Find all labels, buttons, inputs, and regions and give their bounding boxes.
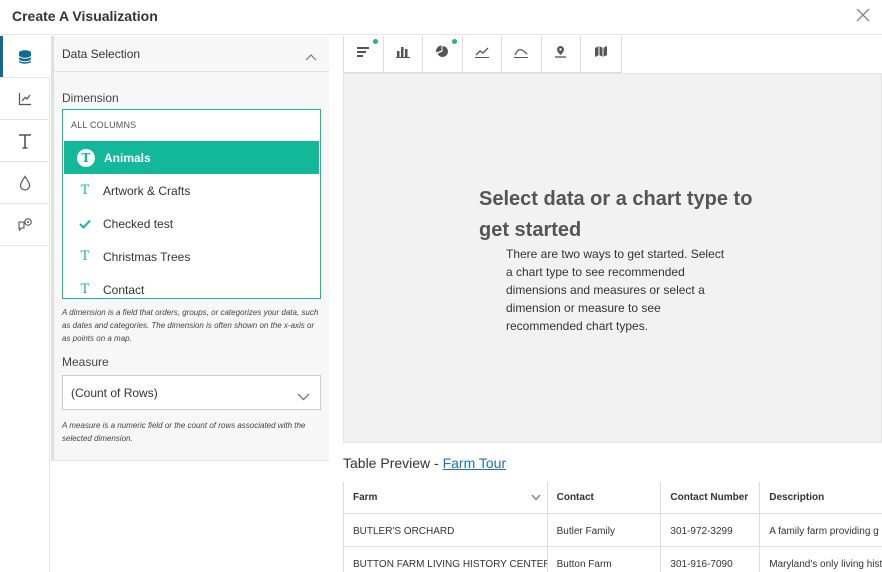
checkmark-icon bbox=[75, 214, 95, 234]
table-cell: 301-916-7090 bbox=[661, 547, 761, 572]
column-header-contact-number[interactable]: Contact Number bbox=[661, 482, 761, 513]
table-cell: Maryland's only living hist bbox=[769, 559, 882, 570]
dimension-label: Dimension bbox=[62, 91, 119, 105]
column-header-label: Contact Number bbox=[670, 492, 749, 503]
close-icon[interactable] bbox=[854, 6, 872, 24]
column-header-contact[interactable]: Contact bbox=[548, 482, 662, 513]
preview-table: Farm Contact Contact Number Description … bbox=[343, 482, 882, 572]
line-chart-button[interactable] bbox=[463, 36, 502, 72]
drop-icon bbox=[19, 174, 31, 191]
empty-state-headline: Select data or a chart type to get start… bbox=[479, 188, 753, 241]
measure-value: (Count of Rows) bbox=[71, 386, 158, 400]
dimension-item[interactable]: T Christmas Trees bbox=[63, 240, 320, 273]
area-chart-icon bbox=[514, 45, 529, 63]
dimension-item[interactable]: T Animals bbox=[64, 141, 319, 174]
text-type-icon: T bbox=[80, 282, 90, 297]
data-selection-header[interactable]: Data Selection bbox=[54, 36, 329, 72]
axis-chart-icon bbox=[18, 92, 32, 106]
table-cell: BUTTON FARM LIVING HISTORY CENTER bbox=[344, 547, 548, 572]
rail-color-tab[interactable] bbox=[0, 162, 50, 204]
chat-settings-icon bbox=[17, 217, 33, 233]
group-header: ALL COLUMNS bbox=[71, 120, 137, 130]
measure-label: Measure bbox=[62, 355, 109, 369]
table-preview-title: Table Preview - Farm Tour bbox=[343, 455, 506, 471]
bar-horizontal-icon bbox=[356, 45, 370, 63]
column-header-description[interactable]: Description bbox=[760, 482, 882, 513]
dimension-item-label: Christmas Trees bbox=[103, 249, 191, 264]
empty-state-subtext: There are two ways to get started. Selec… bbox=[506, 247, 725, 333]
table-cell: A family farm providing g bbox=[769, 526, 879, 537]
config-panel: Data Selection Dimension ALL COLUMNS T An… bbox=[51, 36, 329, 572]
table-preview-prefix: Table Preview - bbox=[343, 455, 443, 471]
chart-canvas: Select data or a chart type to get start… bbox=[343, 73, 882, 443]
bar-vertical-button[interactable] bbox=[384, 36, 423, 72]
column-header-farm[interactable]: Farm bbox=[344, 482, 548, 513]
section-title: Data Selection bbox=[62, 47, 141, 61]
table-cell: BUTLER'S ORCHARD bbox=[344, 514, 548, 546]
sidebar-rail bbox=[0, 36, 50, 572]
table-row: BUTTON FARM LIVING HISTORY CENTER Button… bbox=[344, 547, 882, 572]
column-header-label: Description bbox=[769, 492, 825, 503]
dimension-item[interactable]: Checked test bbox=[63, 207, 320, 240]
database-icon bbox=[17, 49, 33, 65]
point-map-button[interactable] bbox=[542, 36, 581, 72]
dimension-help-text: A dimension is a field that orders, grou… bbox=[62, 308, 319, 343]
table-row: BUTLER'S ORCHARD Butler Family 301-972-3… bbox=[344, 514, 882, 547]
measure-help-text: A measure is a numeric field or the coun… bbox=[62, 421, 306, 443]
chevron-down-icon bbox=[297, 388, 310, 406]
dimension-item-label: Contact bbox=[103, 282, 145, 297]
dimension-item-label: Checked test bbox=[103, 216, 174, 231]
dimension-item-label: Animals bbox=[104, 150, 151, 165]
chart-type-toolbar bbox=[343, 36, 622, 73]
text-type-icon: T bbox=[80, 249, 90, 264]
bar-vertical-icon bbox=[395, 45, 410, 63]
text-type-icon: T bbox=[80, 183, 90, 198]
column-header-label: Farm bbox=[353, 492, 378, 503]
rail-data-tab[interactable] bbox=[0, 36, 50, 78]
dimension-item[interactable]: T Contact bbox=[63, 273, 320, 298]
recommended-indicator bbox=[372, 39, 378, 44]
text-type-icon: T bbox=[76, 148, 96, 168]
text-icon bbox=[17, 133, 33, 149]
bar-horizontal-button[interactable] bbox=[344, 36, 384, 72]
pie-chart-button[interactable] bbox=[423, 36, 463, 72]
region-map-button[interactable] bbox=[581, 36, 621, 72]
recommended-indicator bbox=[451, 39, 457, 44]
rail-axis-tab[interactable] bbox=[0, 78, 50, 120]
dialog-title: Create A Visualization bbox=[12, 8, 158, 24]
line-chart-icon bbox=[474, 45, 489, 63]
pie-chart-icon bbox=[435, 45, 449, 63]
table-cell: Butler Family bbox=[548, 514, 662, 546]
area-chart-button[interactable] bbox=[502, 36, 542, 72]
measure-select[interactable]: (Count of Rows) bbox=[62, 375, 321, 410]
point-map-icon bbox=[554, 45, 567, 63]
dimension-item[interactable]: T Artwork & Crafts bbox=[63, 174, 320, 207]
rail-text-tab[interactable] bbox=[0, 120, 50, 162]
table-cell: 301-972-3299 bbox=[661, 514, 761, 546]
table-cell: Button Farm bbox=[548, 547, 662, 572]
dimension-list: ALL COLUMNS T Animals T Artwork & Crafts Che… bbox=[62, 109, 321, 299]
dimension-item-label: Artwork & Crafts bbox=[103, 183, 191, 198]
chevron-up-icon bbox=[305, 48, 317, 66]
dataset-link[interactable]: Farm Tour bbox=[443, 455, 507, 471]
column-header-label: Contact bbox=[556, 492, 594, 503]
rail-flyout-tab[interactable] bbox=[0, 204, 50, 246]
dialog-header: Create A Visualization bbox=[0, 0, 882, 35]
region-map-icon bbox=[594, 45, 608, 63]
data-selection-section: Data Selection Dimension ALL COLUMNS T An… bbox=[51, 36, 329, 461]
table-header-row: Farm Contact Contact Number Description bbox=[344, 482, 882, 514]
chevron-down-icon[interactable] bbox=[531, 493, 541, 504]
